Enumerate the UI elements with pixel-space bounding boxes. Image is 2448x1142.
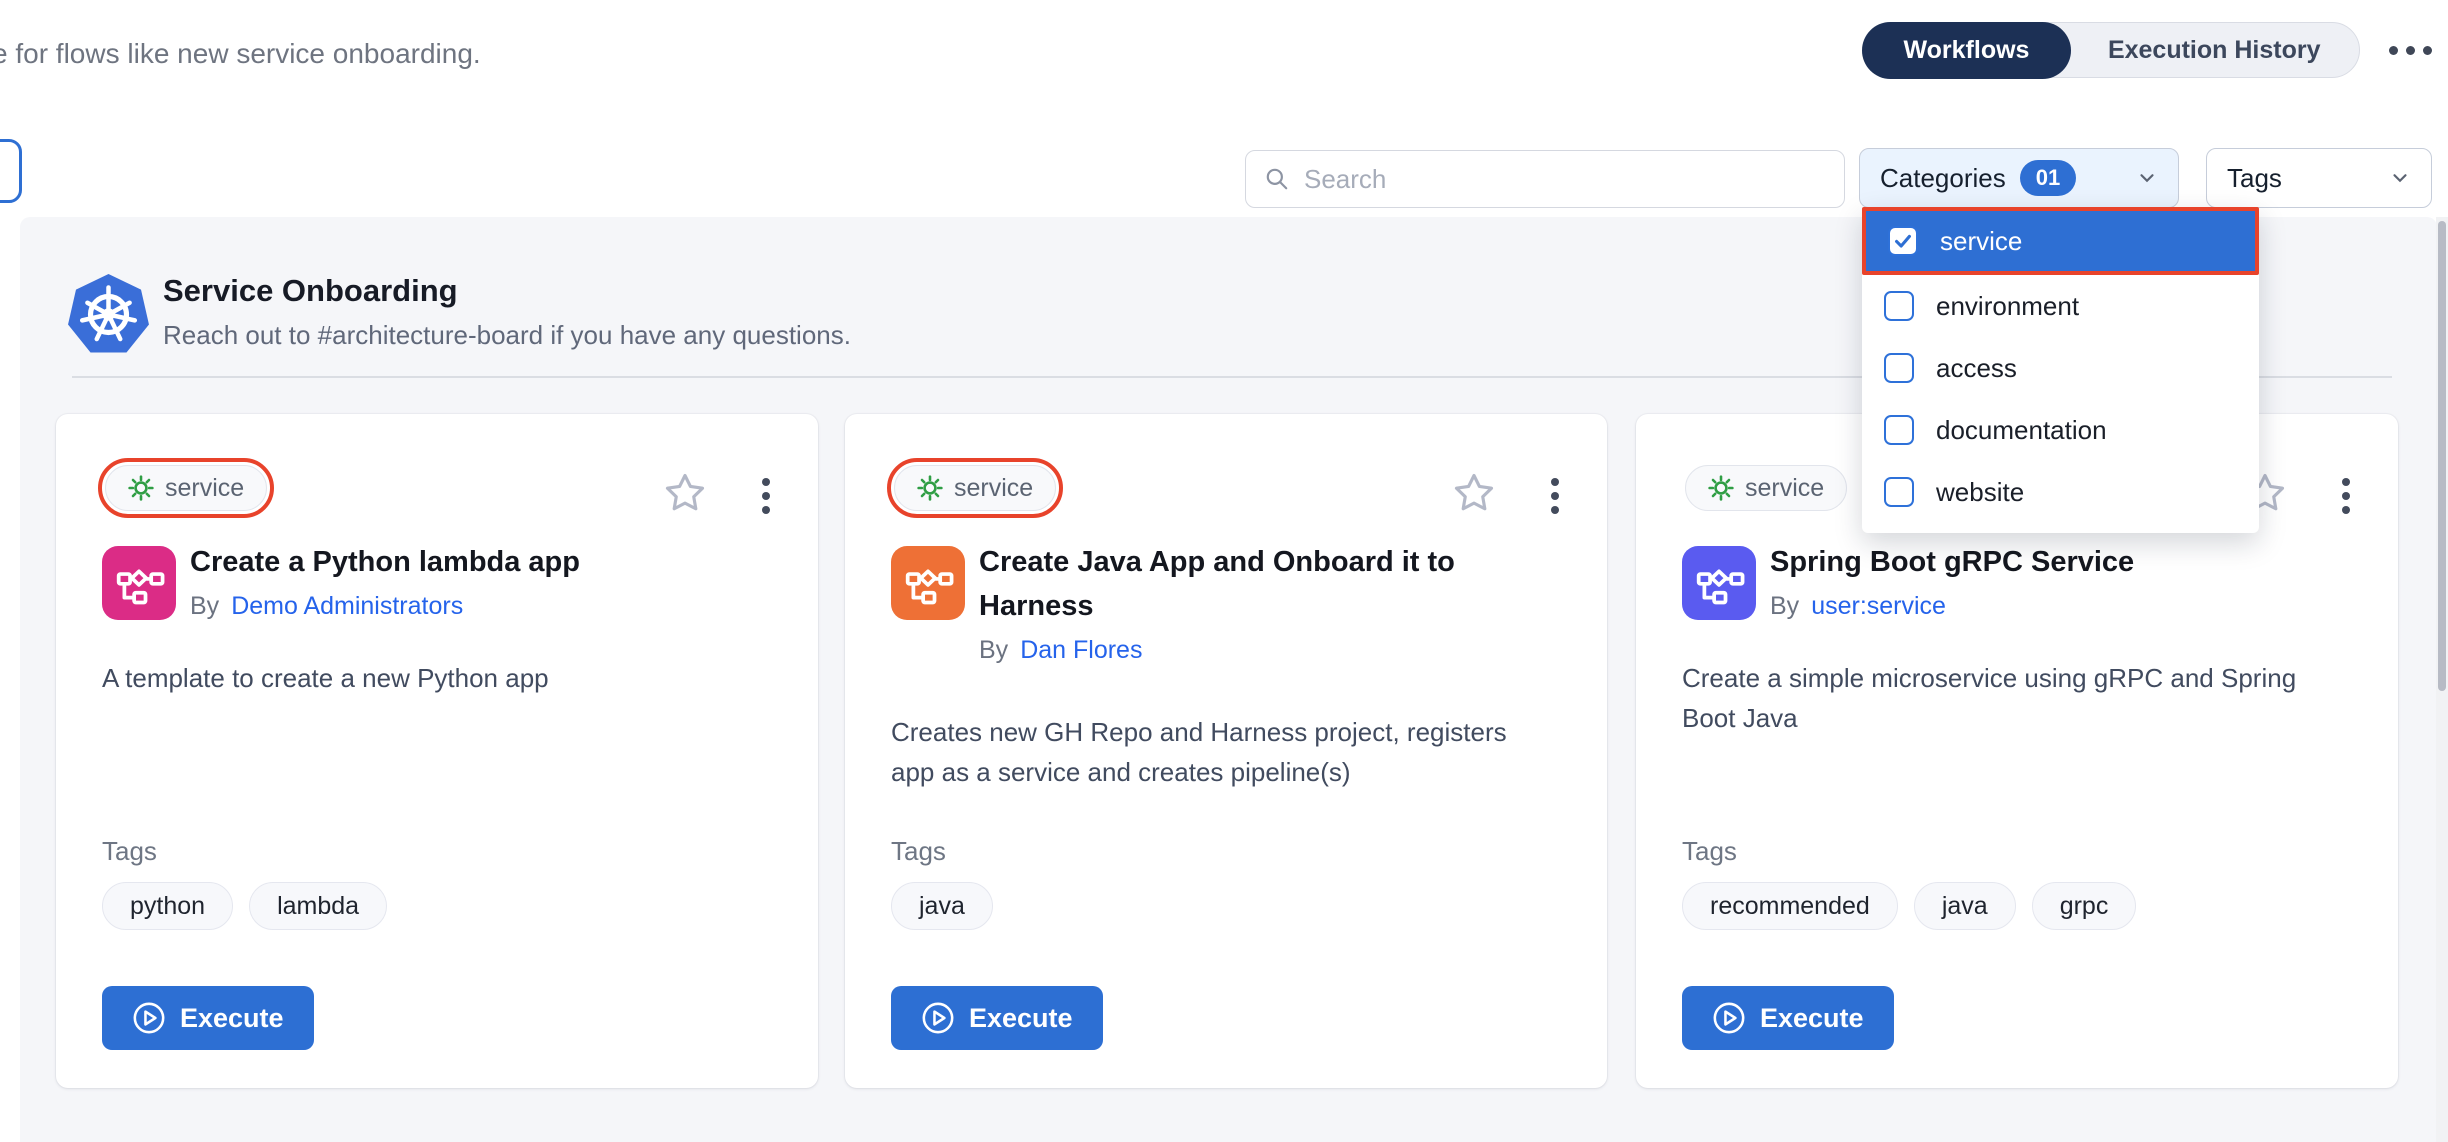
play-circle-icon <box>132 1001 166 1035</box>
kebab-menu-icon[interactable] <box>1545 474 1565 518</box>
page-subtitle-partial: e for flows like new service onboarding. <box>0 38 481 70</box>
partial-left-button[interactable] <box>0 139 22 203</box>
search-box <box>1245 150 1845 208</box>
star-icon[interactable] <box>664 472 706 514</box>
category-chip-label: service <box>165 474 244 503</box>
tab-workflows[interactable]: Workflows <box>1862 22 2072 79</box>
dropdown-option-access[interactable]: access <box>1862 337 2259 399</box>
workflow-tile-icon <box>102 546 176 620</box>
category-chip-label: service <box>1745 474 1824 503</box>
card-description: A template to create a new Python app <box>102 658 762 698</box>
star-icon[interactable] <box>1453 472 1495 514</box>
category-chip-wrap: service <box>1678 458 1854 518</box>
tags-label: Tags <box>1682 836 1737 867</box>
more-options-icon[interactable] <box>2382 36 2438 64</box>
view-toggle: Workflows Execution History <box>1862 22 2360 78</box>
play-circle-icon <box>921 1001 955 1035</box>
by-label: By <box>1770 592 1799 621</box>
workflow-tile-icon <box>891 546 965 620</box>
categories-filter-label: Categories <box>1880 163 2006 194</box>
category-chip-highlight: service <box>887 458 1063 518</box>
dropdown-option-label: documentation <box>1936 415 2107 446</box>
card-description: Create a simple microservice using gRPC … <box>1682 658 2342 738</box>
checkbox-unchecked[interactable] <box>1884 291 1914 321</box>
kebab-menu-icon[interactable] <box>2336 474 2356 518</box>
workflow-tile-icon <box>1682 546 1756 620</box>
kebab-menu-icon[interactable] <box>756 474 776 518</box>
author-link[interactable]: Demo Administrators <box>231 592 463 621</box>
by-label: By <box>190 592 219 621</box>
tag-chip: grpc <box>2032 882 2137 930</box>
section-title: Service Onboarding <box>163 273 458 309</box>
search-input[interactable] <box>1304 164 1826 195</box>
gear-icon <box>128 475 154 501</box>
tag-chip: python <box>102 882 233 930</box>
dropdown-option-website[interactable]: website <box>1862 461 2259 523</box>
search-icon <box>1264 165 1290 193</box>
execute-label: Execute <box>180 1003 284 1034</box>
author-link[interactable]: user:service <box>1811 592 1946 621</box>
dropdown-option-label: access <box>1936 353 2017 384</box>
workflow-diagram-icon <box>113 557 165 609</box>
tag-chip: java <box>891 882 993 930</box>
gear-icon <box>1708 475 1734 501</box>
workflow-diagram-icon <box>902 557 954 609</box>
checkbox-unchecked[interactable] <box>1884 353 1914 383</box>
tag-chip: java <box>1914 882 2016 930</box>
dropdown-option-environment[interactable]: environment <box>1862 275 2259 337</box>
categories-dropdown-menu: service environment access documentation… <box>1862 207 2259 533</box>
categories-count-badge: 01 <box>2020 160 2076 196</box>
category-chip: service <box>894 465 1056 511</box>
dropdown-option-documentation[interactable]: documentation <box>1862 399 2259 461</box>
tab-execution-history[interactable]: Execution History <box>2070 23 2359 77</box>
category-chip: service <box>105 465 267 511</box>
gear-icon <box>917 475 943 501</box>
by-label: By <box>979 636 1008 665</box>
section-subtitle: Reach out to #architecture-board if you … <box>163 320 851 351</box>
category-chip: service <box>1685 465 1847 511</box>
chevron-down-icon <box>2389 167 2411 189</box>
author-link[interactable]: Dan Flores <box>1020 636 1142 665</box>
card-title: Spring Boot gRPC Service <box>1770 540 2360 584</box>
dropdown-option-service[interactable]: service <box>1862 207 2259 275</box>
dropdown-option-label: environment <box>1936 291 2079 322</box>
card-title: Create Java App and Onboard it to Harnes… <box>979 540 1534 628</box>
play-circle-icon <box>1712 1001 1746 1035</box>
workflow-card: service Create Java App and Onboard it t… <box>845 414 1607 1088</box>
category-chip-highlight: service <box>98 458 274 518</box>
tags-filter-button[interactable]: Tags <box>2206 148 2432 208</box>
tags-filter-label: Tags <box>2227 163 2282 194</box>
execute-button[interactable]: Execute <box>1682 986 1894 1050</box>
execute-button[interactable]: Execute <box>102 986 314 1050</box>
execute-label: Execute <box>969 1003 1073 1034</box>
tag-chip: recommended <box>1682 882 1898 930</box>
checkbox-checked[interactable] <box>1888 226 1918 256</box>
dropdown-option-label: service <box>1940 226 2022 257</box>
execute-button[interactable]: Execute <box>891 986 1103 1050</box>
categories-filter-button[interactable]: Categories 01 <box>1859 148 2179 208</box>
card-description: Creates new GH Repo and Harness project,… <box>891 712 1551 792</box>
checkbox-unchecked[interactable] <box>1884 415 1914 445</box>
workflow-card: service Create a Python lambda app By De… <box>56 414 818 1088</box>
card-title: Create a Python lambda app <box>190 540 780 584</box>
checkbox-unchecked[interactable] <box>1884 477 1914 507</box>
execute-label: Execute <box>1760 1003 1864 1034</box>
tag-chip: lambda <box>249 882 387 930</box>
category-chip-label: service <box>954 474 1033 503</box>
scrollbar-thumb[interactable] <box>2438 221 2446 691</box>
tags-label: Tags <box>102 836 157 867</box>
chevron-down-icon <box>2136 167 2158 189</box>
kubernetes-icon <box>67 273 150 356</box>
tags-label: Tags <box>891 836 946 867</box>
dropdown-option-label: website <box>1936 477 2024 508</box>
workflow-diagram-icon <box>1693 557 1745 609</box>
